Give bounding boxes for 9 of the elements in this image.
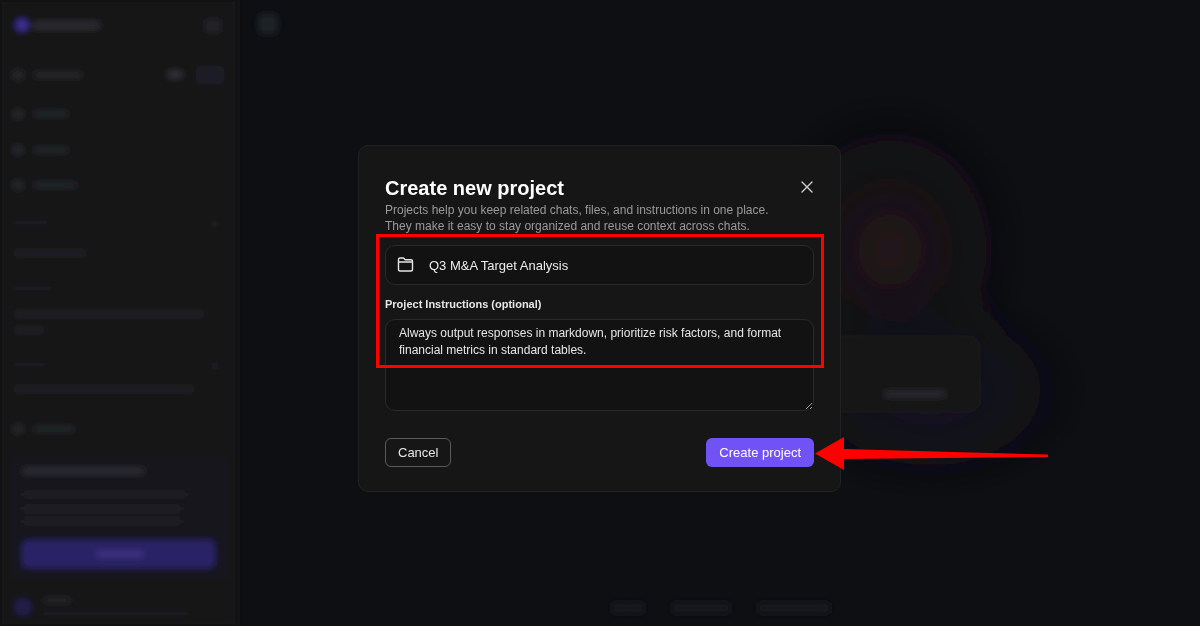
project-name-field[interactable]: Q3 M&A Target Analysis — [385, 245, 814, 285]
close-button[interactable] — [800, 180, 814, 194]
instructions-label: Project Instructions (optional) — [385, 297, 542, 311]
cancel-button[interactable]: Cancel — [385, 438, 452, 467]
folder-icon — [397, 257, 414, 272]
dialog-description: Projects help you keep related chats, files, and instructions in one place. They make it easy to stay organized and reuse context across chats. — [385, 202, 770, 234]
create-project-button[interactable]: Create project — [706, 438, 814, 467]
close-icon — [801, 181, 813, 193]
dialog-title: Create new project — [385, 176, 564, 200]
